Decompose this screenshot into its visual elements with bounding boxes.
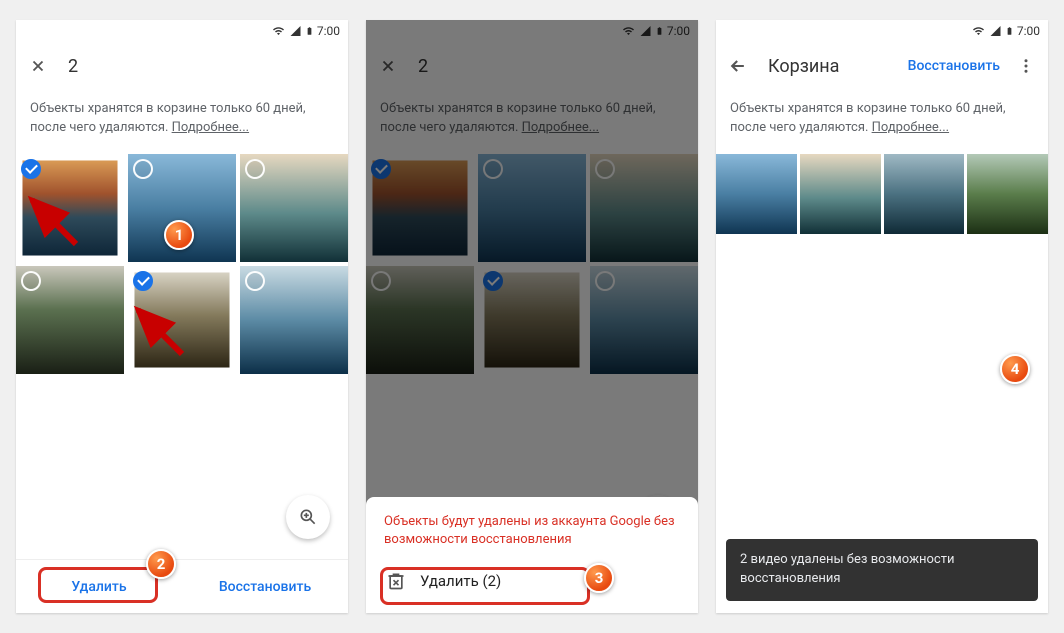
info-text-1: Объекты хранятся в корзине только 60 дне… <box>730 101 1006 116</box>
restore-all-button[interactable]: Восстановить <box>908 58 1000 74</box>
selection-count: 2 <box>68 56 78 77</box>
signal-icon <box>289 25 302 37</box>
status-bar: 7:00 <box>16 20 348 42</box>
delete-warning-text: Объекты будут удалены из аккаунта Google… <box>384 513 680 549</box>
annotation-badge-2: 2 <box>146 549 176 579</box>
learn-more-link[interactable]: Подробнее... <box>872 120 949 135</box>
battery-icon <box>1005 24 1014 38</box>
photo-thumbnail[interactable] <box>800 154 881 235</box>
info-text-2: после чего удаляются. <box>30 120 172 135</box>
selection-header: 2 <box>16 42 348 90</box>
photo-thumbnail[interactable] <box>884 154 965 235</box>
zoom-fab[interactable] <box>286 495 330 539</box>
clock-text: 7:00 <box>317 24 340 38</box>
photo-thumbnail[interactable] <box>128 266 236 374</box>
photo-thumbnail[interactable] <box>240 154 348 262</box>
annotation-badge-4: 4 <box>1000 354 1030 384</box>
trash-header: Корзина Восстановить <box>716 42 1048 90</box>
trash-info: Объекты хранятся в корзине только 60 дне… <box>716 90 1048 154</box>
phone-screen-3: 7:00 Корзина Восстановить Объекты хранят… <box>716 20 1048 613</box>
confirm-delete-button[interactable]: Удалить (2) <box>384 563 680 599</box>
status-bar: 7:00 <box>716 20 1048 42</box>
phone-screen-1: 7:00 2 Объекты хранятся в корзине только… <box>16 20 348 613</box>
photo-thumbnail[interactable] <box>716 154 797 235</box>
wifi-icon <box>271 25 286 37</box>
zoom-in-icon <box>298 507 318 527</box>
battery-icon <box>305 24 314 38</box>
photo-thumbnail[interactable] <box>16 266 124 374</box>
phone-screen-2: 7:00 2 Объекты хранятся в корзине только… <box>366 20 698 613</box>
select-circle-icon[interactable] <box>245 159 265 179</box>
annotation-badge-1: 1 <box>164 220 194 250</box>
restore-button[interactable]: Восстановить <box>182 560 348 613</box>
checkmark-icon[interactable] <box>21 159 41 179</box>
photo-thumbnail[interactable] <box>967 154 1048 235</box>
close-icon[interactable] <box>28 56 48 76</box>
clock-text: 7:00 <box>1017 24 1040 38</box>
wifi-icon <box>971 25 986 37</box>
back-icon[interactable] <box>728 56 748 76</box>
trash-forever-icon <box>386 571 406 591</box>
signal-icon <box>989 25 1002 37</box>
page-title: Корзина <box>768 56 839 77</box>
action-bar: Удалить Восстановить <box>16 559 348 613</box>
trash-info: Объекты хранятся в корзине только 60 дне… <box>16 90 348 154</box>
select-circle-icon[interactable] <box>21 271 41 291</box>
learn-more-link[interactable]: Подробнее... <box>172 120 249 135</box>
select-circle-icon[interactable] <box>133 159 153 179</box>
photo-thumbnail[interactable] <box>16 154 124 262</box>
confirm-delete-sheet: Объекты будут удалены из аккаунта Google… <box>366 497 698 613</box>
more-icon[interactable] <box>1016 56 1036 76</box>
photo-grid <box>716 154 1048 235</box>
info-text-1: Объекты хранятся в корзине только 60 дне… <box>30 101 306 116</box>
checkmark-icon[interactable] <box>133 271 153 291</box>
info-text-2: после чего удаляются. <box>730 120 872 135</box>
snackbar: 2 видео удалены без возможности восстано… <box>726 539 1038 601</box>
select-circle-icon[interactable] <box>245 271 265 291</box>
snackbar-text: 2 видео удалены без возможности восстано… <box>740 552 955 586</box>
photo-grid <box>16 154 348 374</box>
photo-thumbnail[interactable] <box>240 266 348 374</box>
annotation-badge-3: 3 <box>584 563 614 593</box>
confirm-delete-label: Удалить (2) <box>420 572 501 590</box>
